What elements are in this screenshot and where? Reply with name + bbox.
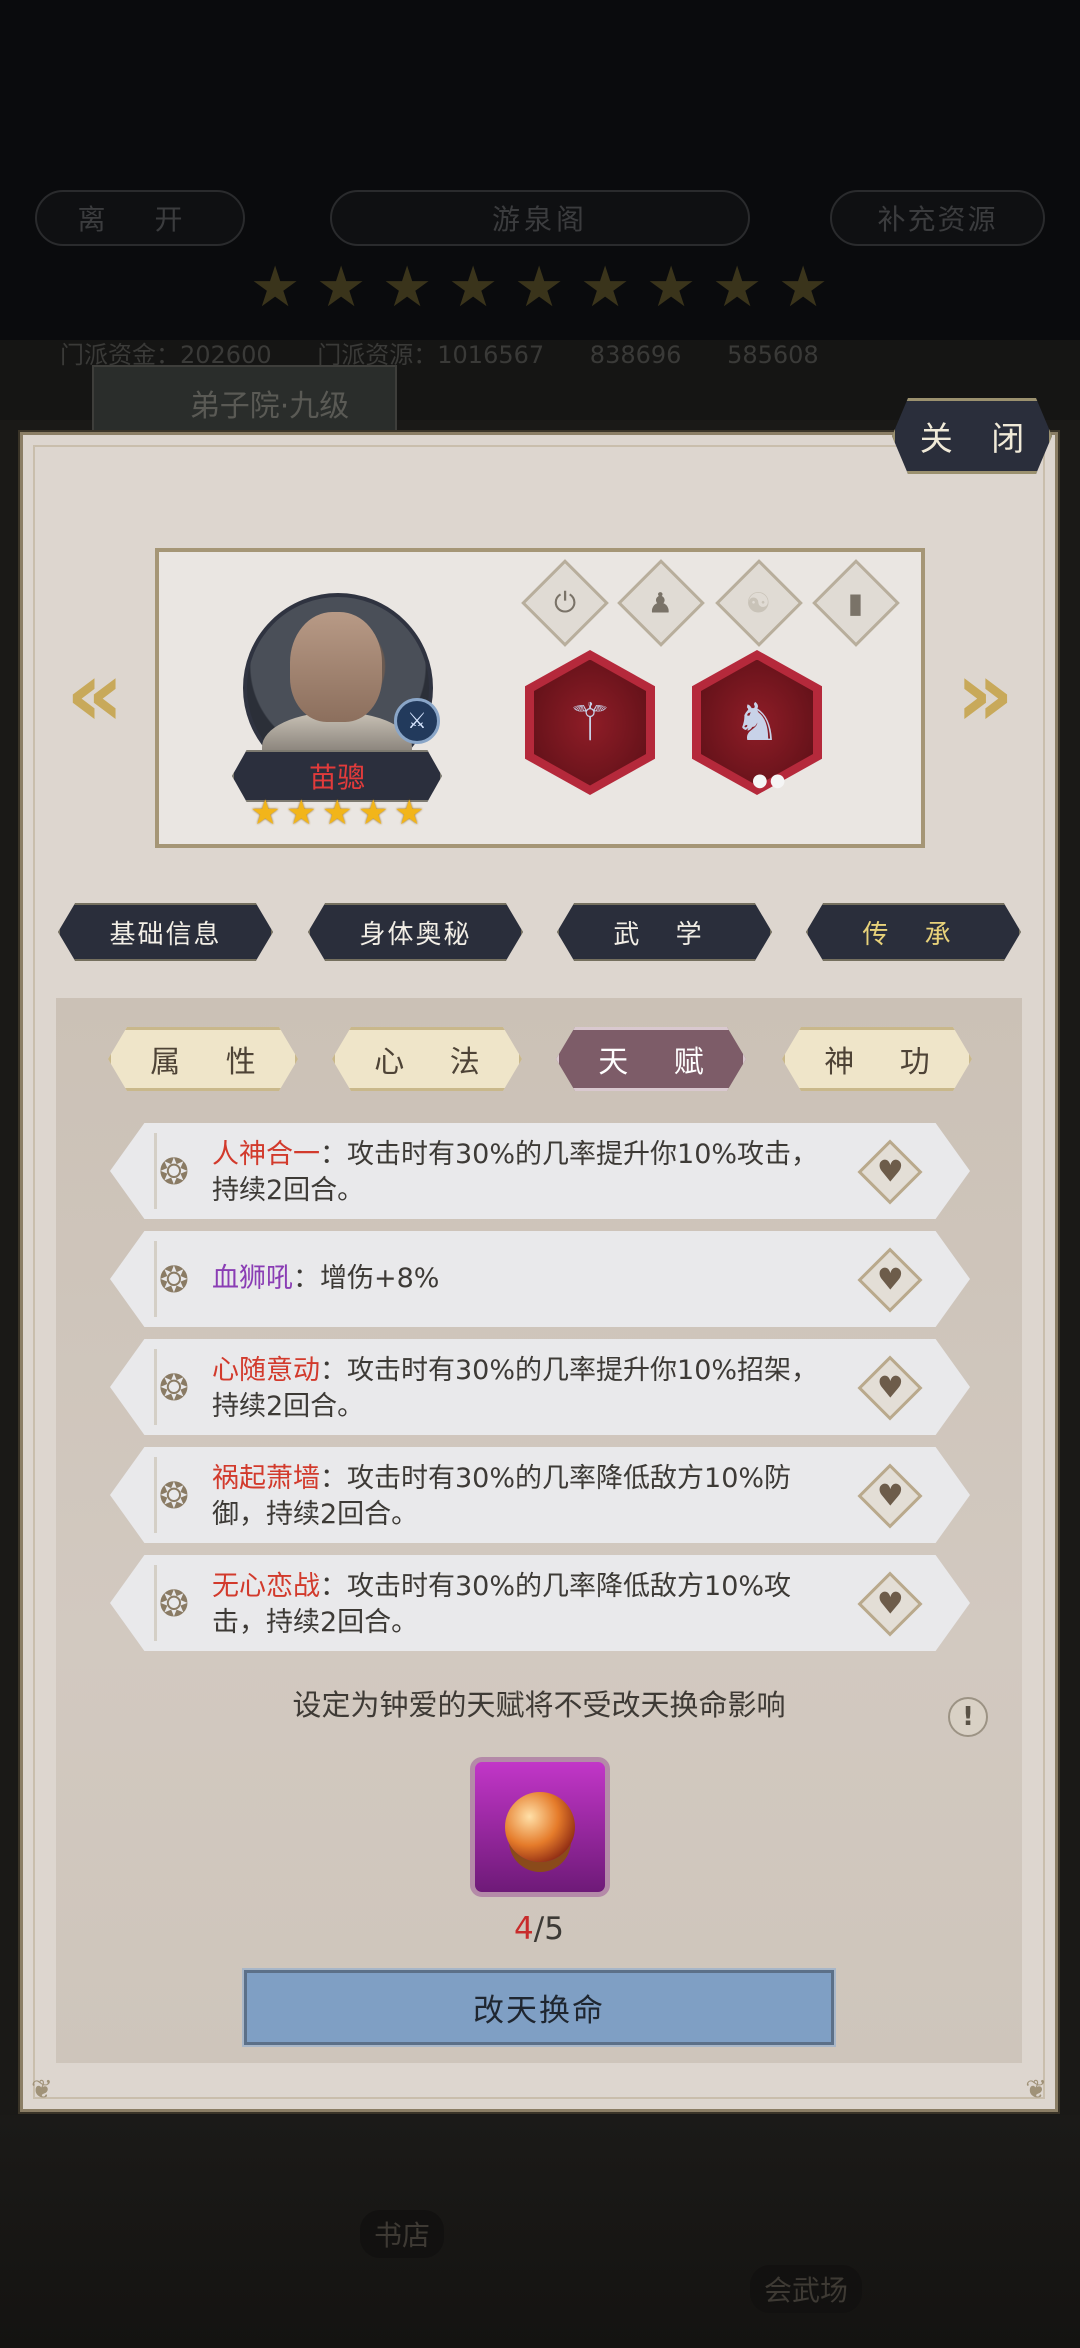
flower-ornament-icon: ❂ — [158, 1476, 190, 1517]
resource-4: 585608 — [727, 341, 819, 369]
corner-ornament-icon: ❦ — [31, 2075, 53, 2105]
change-fate-button[interactable]: 改天换命 — [242, 1968, 836, 2047]
tab-martial-arts[interactable]: 武 学 — [557, 903, 772, 961]
fate-orb-item[interactable] — [470, 1757, 610, 1897]
yin-yang-icon: ☯ — [746, 586, 772, 620]
talent-row: ❂ 祸起萧墙：攻击时有30%的几率降低敌方10%防御，持续2回合。 ♥ — [110, 1447, 970, 1543]
prev-hero-arrow-icon[interactable]: « — [65, 650, 125, 740]
talent-desc: ：增伤+8% — [293, 1263, 440, 1294]
star-icon: ★ — [514, 255, 565, 320]
tab-inheritance[interactable]: 传 承 — [806, 903, 1021, 961]
talent-row: ❂ 血狮吼：增伤+8% ♥ — [110, 1231, 970, 1327]
star-icon: ★ — [580, 255, 631, 320]
star-icon: ★ — [448, 255, 499, 320]
weapon-type-icon: ⚔ — [394, 698, 440, 744]
talent-row: ❂ 心随意动：攻击时有30%的几率提升你10%招架，持续2回合。 ♥ — [110, 1339, 970, 1435]
info-icon[interactable]: ! — [948, 1697, 988, 1737]
favorite-button[interactable]: ♥ — [857, 1355, 923, 1421]
item-count: 4/5 — [56, 1911, 1022, 1947]
item-count-current: 4 — [514, 1911, 534, 1947]
bookstore-label: 书店 — [360, 2210, 445, 2258]
resource-3: 838696 — [589, 341, 682, 369]
star-icon: ★ — [382, 255, 433, 320]
favorite-button[interactable]: ♥ — [857, 1571, 923, 1637]
star-icon: ★ — [712, 255, 763, 320]
star-icon: ★ — [322, 793, 353, 833]
talent-name: 人神合一 — [212, 1139, 320, 1170]
talent-name: 无心恋战 — [212, 1571, 320, 1602]
person-icon: ♟ — [648, 586, 674, 620]
talent-name: 祸起萧墙 — [212, 1463, 320, 1494]
sect-stars: ★ ★ ★ ★ ★ ★ ★ ★ ★ — [250, 255, 830, 320]
subtab-attributes[interactable]: 属 性 — [108, 1027, 298, 1091]
bottom-scene: 书店 会武场 — [0, 2115, 1080, 2348]
star-icon: ★ — [358, 793, 389, 833]
item-count-max: /5 — [533, 1911, 564, 1947]
favorite-button[interactable]: ♥ — [857, 1463, 923, 1529]
favorite-button[interactable]: ♥ — [857, 1139, 923, 1205]
hero-stars: ★ ★ ★ ★ ★ — [250, 793, 426, 833]
heart-icon: ♥ — [876, 1262, 904, 1297]
flower-ornament-icon: ❂ — [158, 1368, 190, 1409]
star-icon: ★ — [286, 793, 317, 833]
talent-name: 心随意动 — [212, 1355, 320, 1386]
favorite-button[interactable]: ♥ — [857, 1247, 923, 1313]
flower-ornament-icon: ❂ — [158, 1260, 190, 1301]
beast-mount-icon: ♞ — [701, 659, 813, 786]
talent-row: ❂ 人神合一：攻击时有30%的几率提升你10%攻击，持续2回合。 ♥ — [110, 1123, 970, 1219]
location-title: 游泉阁 — [330, 190, 750, 246]
book-icon: ▮ — [848, 586, 864, 620]
subtab-talents[interactable]: 天 赋 — [556, 1027, 746, 1091]
tab-body-secrets[interactable]: 身体奥秘 — [308, 903, 523, 961]
star-icon: ★ — [250, 255, 301, 320]
next-hero-arrow-icon[interactable]: » — [955, 650, 1015, 740]
close-button[interactable]: 关 闭 — [892, 398, 1052, 474]
star-icon: ★ — [394, 793, 425, 833]
subtab-divine-skill[interactable]: 神 功 — [782, 1027, 972, 1091]
heart-icon: ♥ — [876, 1370, 904, 1405]
star-icon: ★ — [778, 255, 829, 320]
building-banner: 弟子院·九级 — [92, 365, 397, 440]
crystal-orb-icon — [505, 1792, 575, 1862]
star-icon: ★ — [316, 255, 367, 320]
star-icon: ★ — [250, 793, 281, 833]
staff-weapon-icon: ⚚ — [534, 659, 646, 786]
supply-resource-button: 补充资源 — [830, 190, 1045, 246]
flower-ornament-icon: ❂ — [158, 1584, 190, 1625]
arena-label: 会武场 — [750, 2265, 863, 2313]
star-icon: ★ — [646, 255, 697, 320]
leave-button: 离 开 — [35, 190, 245, 246]
favorite-hint-text: 设定为钟爱的天赋将不受改天换命影响 — [292, 1688, 786, 1722]
heart-icon: ♥ — [876, 1586, 904, 1621]
hero-portrait-head — [290, 612, 382, 722]
heart-icon: ♥ — [876, 1154, 904, 1189]
more-dots-icon: ●● — [752, 770, 788, 791]
tab-basic-info[interactable]: 基础信息 — [58, 903, 273, 961]
corner-ornament-icon: ❦ — [1025, 2075, 1047, 2105]
subtab-mind-method[interactable]: 心 法 — [332, 1027, 522, 1091]
talent-name: 血狮吼 — [212, 1263, 293, 1294]
flower-ornament-icon: ❂ — [158, 1152, 190, 1193]
talent-row: ❂ 无心恋战：攻击时有30%的几率降低敌方10%攻击，持续2回合。 ♥ — [110, 1555, 970, 1651]
power-icon: ⏻ — [553, 586, 577, 619]
heart-icon: ♥ — [876, 1478, 904, 1513]
